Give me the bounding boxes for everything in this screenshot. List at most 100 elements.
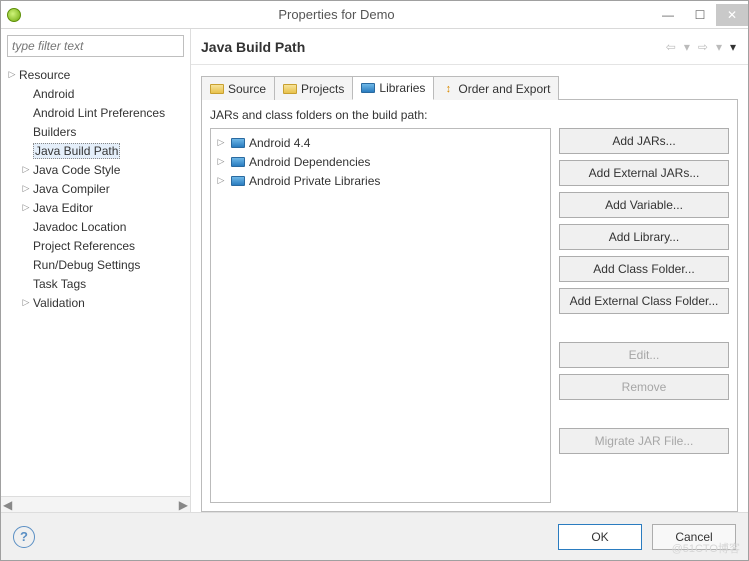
library-icon xyxy=(231,176,245,186)
tab-projects[interactable]: Projects xyxy=(274,76,353,100)
page-header: Java Build Path ⇦ ▾ ⇨ ▾ ▾ xyxy=(191,29,748,65)
expand-arrow-icon[interactable]: ▷ xyxy=(19,297,33,308)
nav-item[interactable]: ▷Java Build Path xyxy=(3,141,190,160)
scroll-left-icon[interactable]: ◀ xyxy=(3,498,12,512)
scroll-right-icon[interactable]: ▶ xyxy=(179,498,188,512)
nav-item-label: Validation xyxy=(33,296,85,310)
migrate-jar-button: Migrate JAR File... xyxy=(559,428,729,454)
page-title: Java Build Path xyxy=(201,39,305,55)
nav-item[interactable]: ▷Android Lint Preferences xyxy=(3,103,190,122)
forward-icon[interactable]: ⇨ xyxy=(696,40,710,54)
nav-item-label: Resource xyxy=(19,68,70,82)
back-menu-icon[interactable]: ▾ xyxy=(682,40,692,54)
libraries-description: JARs and class folders on the build path… xyxy=(210,108,729,122)
close-button[interactable]: ✕ xyxy=(716,4,748,26)
dialog-body: ▷Resource▷Android▷Android Lint Preferenc… xyxy=(1,29,748,512)
add-class-folder-button[interactable]: Add Class Folder... xyxy=(559,256,729,282)
ok-button[interactable]: OK xyxy=(558,524,642,550)
expand-arrow-icon[interactable]: ▷ xyxy=(215,175,227,186)
nav-item-label: Builders xyxy=(33,125,76,139)
header-nav-buttons: ⇦ ▾ ⇨ ▾ ▾ xyxy=(664,40,738,54)
remove-button: Remove xyxy=(559,374,729,400)
nav-item[interactable]: ▷Java Compiler xyxy=(3,179,190,198)
library-item[interactable]: ▷ Android 4.4 xyxy=(213,133,548,152)
nav-item[interactable]: ▷Run/Debug Settings xyxy=(3,255,190,274)
filter-input[interactable] xyxy=(7,35,184,57)
tab-label: Projects xyxy=(301,82,344,96)
nav-item-label: Run/Debug Settings xyxy=(33,258,140,272)
library-icon xyxy=(231,157,245,167)
titlebar: Properties for Demo — ☐ ✕ xyxy=(1,1,748,29)
library-label: Android Private Libraries xyxy=(249,174,380,188)
expand-arrow-icon[interactable]: ▷ xyxy=(215,137,227,148)
nav-item-label: Java Build Path xyxy=(33,143,120,159)
expand-arrow-icon[interactable]: ▷ xyxy=(19,164,33,175)
nav-item-label: Project References xyxy=(33,239,135,253)
nav-item[interactable]: ▷Javadoc Location xyxy=(3,217,190,236)
maximize-button[interactable]: ☐ xyxy=(684,4,716,26)
expand-arrow-icon[interactable]: ▷ xyxy=(215,156,227,167)
projects-folder-icon xyxy=(283,84,297,94)
watermark: @51CTO博客 xyxy=(672,540,740,556)
nav-sidebar: ▷Resource▷Android▷Android Lint Preferenc… xyxy=(1,29,191,512)
view-menu-icon[interactable]: ▾ xyxy=(728,40,738,54)
nav-item[interactable]: ▷Java Code Style xyxy=(3,160,190,179)
nav-item-label: Java Editor xyxy=(33,201,93,215)
add-jars-button[interactable]: Add JARs... xyxy=(559,128,729,154)
add-variable-button[interactable]: Add Variable... xyxy=(559,192,729,218)
library-label: Android 4.4 xyxy=(249,136,310,150)
nav-item[interactable]: ▷Java Editor xyxy=(3,198,190,217)
tab-label: Libraries xyxy=(379,81,425,95)
expand-arrow-icon[interactable]: ▷ xyxy=(19,183,33,194)
page-content: Source Projects Libraries ↕ Order and Ex… xyxy=(191,65,748,512)
dialog-footer: ? OK Cancel xyxy=(1,512,748,560)
source-folder-icon xyxy=(210,84,224,94)
order-export-icon: ↕ xyxy=(442,83,454,95)
library-item[interactable]: ▷ Android Private Libraries xyxy=(213,171,548,190)
nav-item-label: Android xyxy=(33,87,74,101)
nav-item[interactable]: ▷Resource xyxy=(3,65,190,84)
window-title: Properties for Demo xyxy=(21,7,652,22)
nav-item-label: Java Code Style xyxy=(33,163,120,177)
add-external-jars-button[interactable]: Add External JARs... xyxy=(559,160,729,186)
nav-item-label: Android Lint Preferences xyxy=(33,106,165,120)
nav-item-label: Java Compiler xyxy=(33,182,110,196)
window-controls: — ☐ ✕ xyxy=(652,4,748,26)
horizontal-scrollbar[interactable]: ◀ ▶ xyxy=(1,496,190,512)
nav-item[interactable]: ▷Android xyxy=(3,84,190,103)
libraries-list[interactable]: ▷ Android 4.4 ▷ Android Dependencies ▷ Androi… xyxy=(210,128,551,503)
expand-arrow-icon[interactable]: ▷ xyxy=(5,69,19,80)
add-library-button[interactable]: Add Library... xyxy=(559,224,729,250)
libraries-icon xyxy=(361,83,375,93)
expand-arrow-icon[interactable]: ▷ xyxy=(19,202,33,213)
tab-label: Source xyxy=(228,82,266,96)
nav-item[interactable]: ▷Validation xyxy=(3,293,190,312)
help-button[interactable]: ? xyxy=(13,526,35,548)
tab-order-export[interactable]: ↕ Order and Export xyxy=(433,76,559,100)
page-area: Java Build Path ⇦ ▾ ⇨ ▾ ▾ Source xyxy=(191,29,748,512)
nav-item-label: Task Tags xyxy=(33,277,86,291)
filter-container xyxy=(7,35,184,57)
nav-item-label: Javadoc Location xyxy=(33,220,126,234)
properties-dialog: Properties for Demo — ☐ ✕ ▷Resource▷Andr… xyxy=(0,0,749,561)
nav-item[interactable]: ▷Task Tags xyxy=(3,274,190,293)
edit-button: Edit... xyxy=(559,342,729,368)
back-icon[interactable]: ⇦ xyxy=(664,40,678,54)
library-item[interactable]: ▷ Android Dependencies xyxy=(213,152,548,171)
forward-menu-icon[interactable]: ▾ xyxy=(714,40,724,54)
nav-item[interactable]: ▷Project References xyxy=(3,236,190,255)
tab-label: Order and Export xyxy=(458,82,550,96)
minimize-button[interactable]: — xyxy=(652,4,684,26)
nav-item[interactable]: ▷Builders xyxy=(3,122,190,141)
button-column: Add JARs... Add External JARs... Add Var… xyxy=(559,128,729,503)
nav-tree[interactable]: ▷Resource▷Android▷Android Lint Preferenc… xyxy=(1,63,190,496)
libraries-body: ▷ Android 4.4 ▷ Android Dependencies ▷ Androi… xyxy=(210,128,729,503)
library-icon xyxy=(231,138,245,148)
libraries-panel: JARs and class folders on the build path… xyxy=(201,99,738,512)
app-icon xyxy=(7,8,21,22)
tab-source[interactable]: Source xyxy=(201,76,275,100)
add-external-class-folder-button[interactable]: Add External Class Folder... xyxy=(559,288,729,314)
tab-libraries[interactable]: Libraries xyxy=(352,76,434,100)
tab-bar: Source Projects Libraries ↕ Order and Ex… xyxy=(201,75,738,99)
library-label: Android Dependencies xyxy=(249,155,370,169)
